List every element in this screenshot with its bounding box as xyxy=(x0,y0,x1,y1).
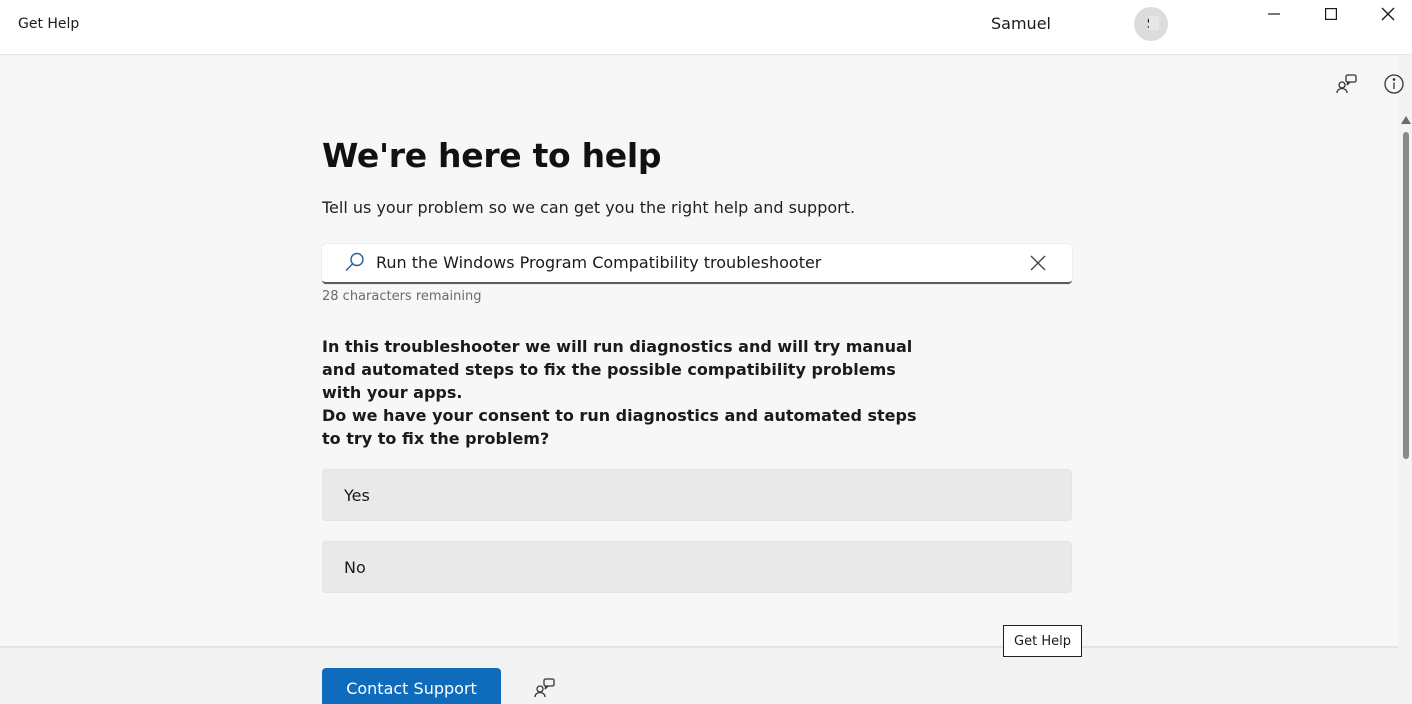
yes-button[interactable]: Yes xyxy=(322,469,1072,521)
maximize-button[interactable] xyxy=(1303,0,1359,28)
page-subtitle: Tell us your problem so we can get you t… xyxy=(322,198,856,217)
contact-support-label: Contact Support xyxy=(346,679,477,698)
scroll-up-arrow[interactable] xyxy=(1401,116,1411,124)
consent-question: Do we have your consent to run diagnosti… xyxy=(322,406,917,448)
tooltip-text: Get Help xyxy=(1014,633,1071,649)
close-button[interactable] xyxy=(1360,0,1412,28)
info-icon[interactable] xyxy=(1382,72,1406,96)
no-button[interactable]: No xyxy=(322,541,1072,593)
feedback-icon[interactable] xyxy=(533,676,557,700)
footer xyxy=(0,646,1398,704)
avatar-mask xyxy=(1149,16,1159,30)
clear-search-icon[interactable] xyxy=(1028,253,1048,273)
scroll-thumb[interactable] xyxy=(1403,132,1409,459)
minimize-icon xyxy=(1268,13,1280,15)
feedback-icon[interactable] xyxy=(1335,72,1359,96)
close-icon xyxy=(1381,7,1395,21)
search-icon xyxy=(345,252,364,271)
page-title: We're here to help xyxy=(322,136,662,175)
minimize-button[interactable] xyxy=(1246,0,1302,28)
maximize-icon xyxy=(1325,8,1337,20)
no-label: No xyxy=(344,557,366,577)
search-value[interactable]: Run the Windows Program Compatibility tr… xyxy=(376,253,821,272)
troubleshooter-description: In this troubleshooter we will run diagn… xyxy=(322,337,913,402)
yes-label: Yes xyxy=(344,485,370,505)
char-remaining: 28 characters remaining xyxy=(322,289,482,304)
contact-support-button[interactable]: Contact Support xyxy=(322,668,501,704)
search-input[interactable]: Run the Windows Program Compatibility tr… xyxy=(322,244,1072,284)
title-bar: Get Help Samuel S xyxy=(0,0,1412,55)
app-title: Get Help xyxy=(18,16,80,32)
tooltip: Get Help xyxy=(1003,625,1082,657)
user-name[interactable]: Samuel xyxy=(991,14,1051,33)
avatar[interactable]: S xyxy=(1134,7,1168,41)
scrollbar[interactable] xyxy=(1398,110,1412,704)
